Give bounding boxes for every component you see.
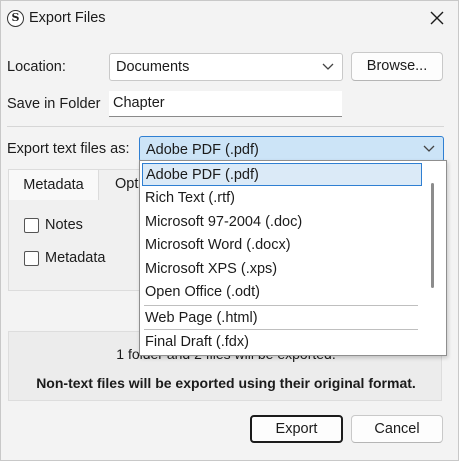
export-button[interactable]: Export	[250, 415, 343, 443]
location-label: Location:	[7, 59, 66, 75]
format-option-rtf[interactable]: Rich Text (.rtf)	[142, 187, 422, 210]
tab-metadata[interactable]: Metadata	[8, 169, 99, 200]
location-dropdown[interactable]: Documents	[109, 53, 343, 81]
export-format-dropdown[interactable]: Adobe PDF (.pdf)	[139, 136, 444, 162]
format-option-xps[interactable]: Microsoft XPS (.xps)	[142, 258, 422, 281]
close-icon	[430, 11, 444, 25]
format-option-odt[interactable]: Open Office (.odt)	[142, 281, 422, 304]
save-folder-label: Save in Folder	[7, 96, 101, 112]
scrivener-app-icon: S	[7, 10, 24, 27]
export-files-dialog: S Export Files Location: Documents Brows…	[0, 0, 459, 461]
non-text-note: Non-text files will be exported using th…	[36, 375, 416, 391]
format-option-pdf[interactable]: Adobe PDF (.pdf)	[142, 163, 422, 186]
export-format-list: Adobe PDF (.pdf) Rich Text (.rtf) Micros…	[139, 160, 447, 356]
metadata-checkbox-label: Metadata	[45, 250, 106, 266]
title-bar: S Export Files	[1, 1, 458, 37]
cancel-button[interactable]: Cancel	[351, 415, 443, 443]
format-option-fdx[interactable]: Final Draft (.fdx)	[142, 331, 422, 354]
location-value: Documents	[116, 59, 190, 75]
export-format-value: Adobe PDF (.pdf)	[146, 142, 259, 158]
chevron-down-icon	[322, 63, 334, 70]
list-scrollbar-thumb[interactable]	[431, 183, 434, 288]
browse-button[interactable]: Browse...	[351, 52, 443, 81]
notes-checkbox[interactable]	[24, 218, 39, 233]
list-divider	[144, 305, 418, 306]
dialog-title: Export Files	[29, 10, 106, 26]
format-option-docx[interactable]: Microsoft Word (.docx)	[142, 234, 422, 257]
format-option-doc[interactable]: Microsoft 97-2004 (.doc)	[142, 211, 422, 234]
section-divider	[7, 126, 444, 127]
chevron-down-icon	[423, 145, 435, 152]
export-as-label: Export text files as:	[7, 141, 130, 157]
notes-checkbox-label: Notes	[45, 217, 83, 233]
close-button[interactable]	[421, 3, 455, 35]
list-divider	[144, 329, 418, 330]
metadata-checkbox[interactable]	[24, 251, 39, 266]
save-folder-field[interactable]: Chapter	[109, 91, 342, 117]
format-option-html[interactable]: Web Page (.html)	[142, 307, 422, 330]
